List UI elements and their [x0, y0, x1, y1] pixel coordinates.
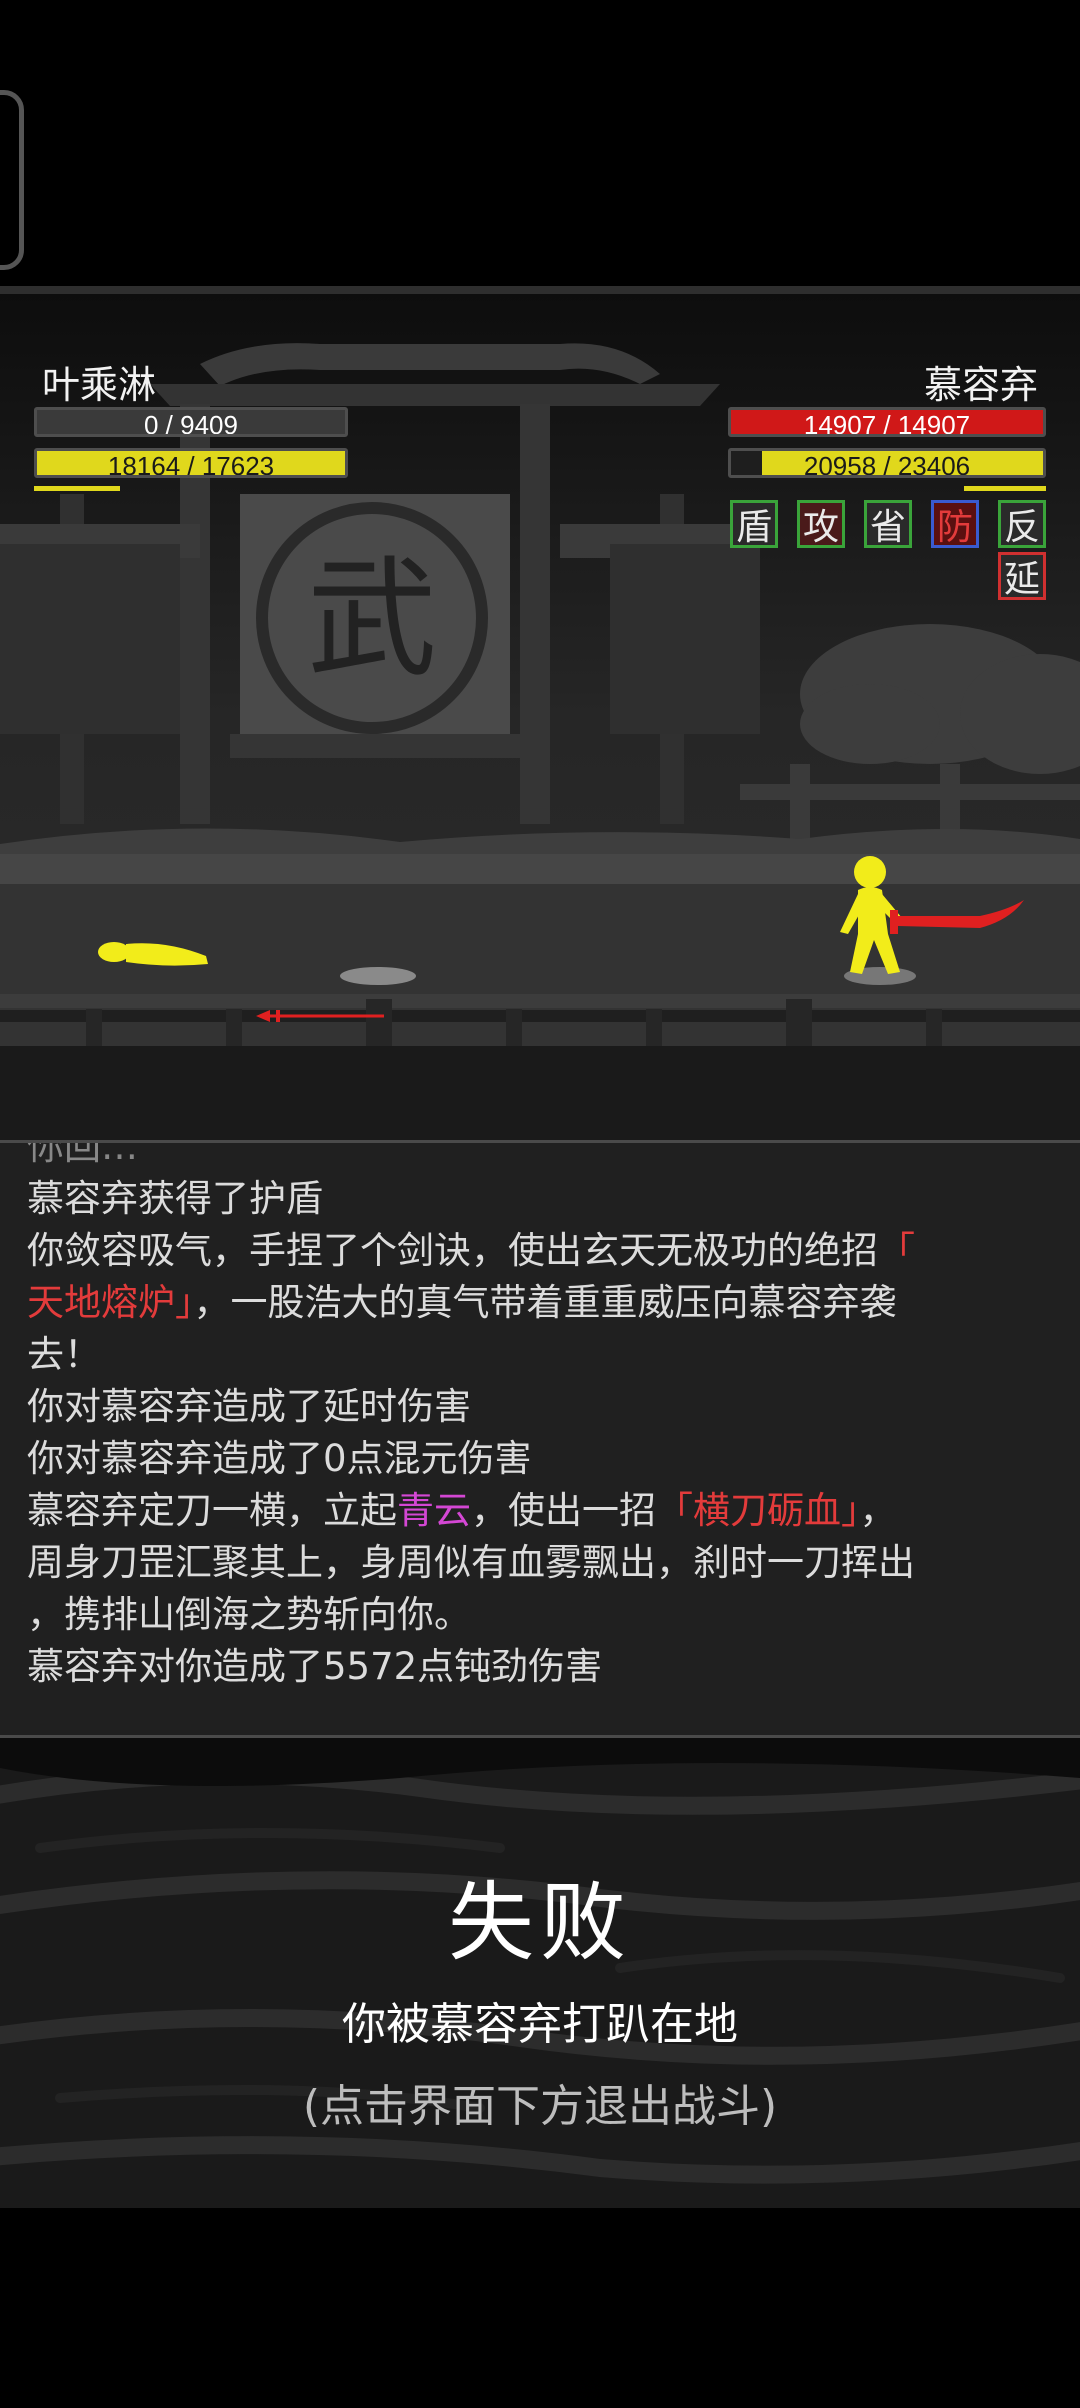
- status-effect-attack[interactable]: 攻: [797, 500, 845, 548]
- enemy-fighter-sprite: [840, 856, 1024, 974]
- log-weapon-highlight: 青云: [397, 1489, 471, 1532]
- player-mp-text: 18164 / 17623: [107, 451, 275, 478]
- log-line: 去！: [27, 1333, 101, 1376]
- log-line: 慕容弃定刀一横，立起青云，使出一招「横刀砺血」，: [27, 1485, 1050, 1537]
- log-line: 天地熔炉」，一股浩大的真气带着重重威压向慕容弃袭: [27, 1277, 1050, 1329]
- player-fallen-sprite: [98, 942, 208, 966]
- log-line: 你对慕容弃造成了0点混元伤害: [27, 1437, 532, 1480]
- status-effect-defense[interactable]: 防: [931, 500, 979, 548]
- log-text: 你敛容吸气，手捏了个剑诀，使出玄天无极功的绝招: [27, 1229, 878, 1272]
- player-hp-text: 0 / 9409: [144, 410, 238, 437]
- log-line: 你敛容吸气，手捏了个剑诀，使出玄天无极功的绝招「: [27, 1225, 1050, 1277]
- player-name: 叶乘淋: [42, 363, 157, 407]
- back-tab[interactable]: [0, 90, 24, 270]
- log-line: 周身刀罡汇聚其上，身周似有血雾飘出，刹时一刀挥出: [27, 1541, 915, 1584]
- log-line-cut: 你回…: [27, 1140, 138, 1168]
- status-label: 攻: [802, 507, 839, 548]
- combat-log[interactable]: 你回… 慕容弃获得了护盾 你敛容吸气，手捏了个剑诀，使出玄天无极功的绝招「 天地…: [0, 1140, 1080, 1738]
- player-hp-bar: 0 / 9409: [34, 407, 348, 437]
- status-effect-delay[interactable]: 延: [998, 552, 1046, 600]
- battle-scene[interactable]: 武 叶乘淋 0 / 9409 18164 / 17623 慕容弃 14907 /…: [0, 294, 1080, 1140]
- status-effect-counter[interactable]: 反: [998, 500, 1046, 548]
- log-line: 你对慕容弃造成了延时伤害: [27, 1385, 471, 1428]
- exit-battle-area[interactable]: [0, 2208, 1080, 2408]
- combat-log-text: 你回… 慕容弃获得了护盾 你敛容吸气，手捏了个剑诀，使出玄天无极功的绝招「 天地…: [27, 1140, 1050, 1693]
- top-divider: [0, 286, 1080, 294]
- status-effect-shield[interactable]: 盾: [730, 500, 778, 548]
- enemy-mp-text: 20958 / 23406: [803, 451, 971, 478]
- log-line: 慕容弃对你造成了5572点钝劲伤害: [27, 1645, 603, 1688]
- banner-glyph: 武: [307, 543, 437, 695]
- result-title: 失败: [448, 1873, 632, 1973]
- result-message: 你被慕容弃打趴在地: [342, 1999, 738, 2050]
- dropped-sword-icon: [256, 1010, 384, 1022]
- enemy-name: 慕容弃: [923, 363, 1038, 407]
- log-text: ，一股浩大的真气带着重重威压向慕容弃袭: [193, 1281, 897, 1324]
- status-label: 省: [869, 507, 906, 548]
- enemy-hp-text: 14907 / 14907: [803, 410, 971, 437]
- enemy-charge-bar: [964, 486, 1046, 491]
- log-text: ，使出一招: [471, 1489, 656, 1532]
- status-label: 盾: [735, 507, 772, 548]
- enemy-hp-bar: 14907 / 14907: [728, 407, 1046, 437]
- status-label: 防: [936, 507, 973, 548]
- battle-result-panel[interactable]: 失败 你被慕容弃打趴在地 (点击界面下方退出战斗): [0, 1738, 1080, 2208]
- log-skill-highlight: 天地熔炉」: [27, 1281, 194, 1324]
- log-text: 慕容弃定刀一横，立起: [27, 1489, 397, 1532]
- log-line: ，携排山倒海之势斩向你。: [27, 1593, 471, 1636]
- player-charge-bar: [34, 486, 120, 491]
- exit-hint[interactable]: (点击界面下方退出战斗): [0, 2070, 1080, 2134]
- status-label: 反: [1003, 507, 1040, 548]
- top-bar: [0, 0, 1080, 290]
- status-effect-save[interactable]: 省: [864, 500, 912, 548]
- player-mp-bar: 18164 / 17623: [34, 448, 348, 478]
- log-skill-highlight: 「横刀砺血」: [656, 1489, 860, 1532]
- log-line: 慕容弃获得了护盾: [27, 1177, 323, 1220]
- enemy-mp-bar: 20958 / 23406: [728, 448, 1046, 478]
- log-skill-highlight: 「: [878, 1229, 915, 1272]
- status-label: 延: [1003, 559, 1040, 600]
- log-text: ，: [859, 1489, 897, 1532]
